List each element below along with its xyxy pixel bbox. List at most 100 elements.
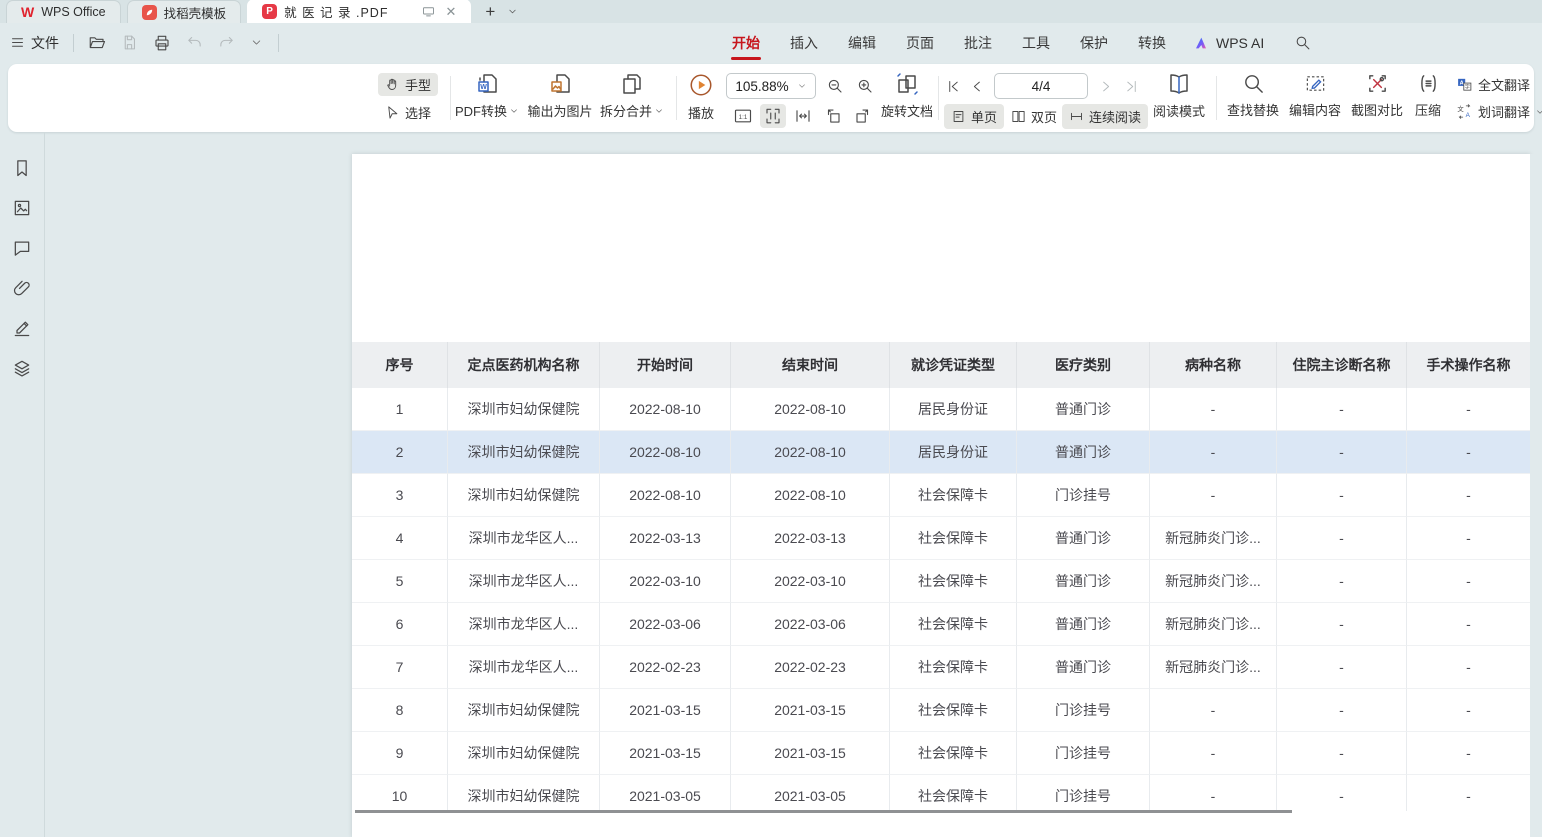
table-row[interactable]: 5深圳市龙华区人...2022-03-102022-03-10社会保障卡普通门诊…	[352, 560, 1530, 603]
first-page-button[interactable]	[942, 74, 964, 98]
menu-tab-wps-ai[interactable]: WPS AI	[1194, 35, 1264, 51]
table-cell: 深圳市妇幼保健院	[448, 775, 600, 811]
menu-tab-insert[interactable]: 插入	[788, 24, 820, 62]
zoom-level-select[interactable]: 105.88%	[726, 73, 816, 99]
screenshot-compare-button[interactable]: 截图对比	[1348, 72, 1406, 119]
menu-tab-edit[interactable]: 编辑	[846, 24, 878, 62]
hand-tool-button[interactable]: 手型	[378, 73, 438, 96]
table-cell: 10	[352, 775, 448, 811]
monitor-icon[interactable]	[421, 4, 436, 19]
find-replace-button[interactable]: 查找替换	[1224, 72, 1282, 119]
new-tab-button[interactable]: +	[485, 3, 495, 20]
zoom-out-button[interactable]	[822, 74, 848, 98]
column-header: 病种名称	[1150, 342, 1277, 388]
table-row[interactable]: 1深圳市妇幼保健院2022-08-102022-08-10居民身份证普通门诊--…	[352, 388, 1530, 431]
svg-text:1:1: 1:1	[739, 114, 748, 121]
pdf-convert-button[interactable]: W PDF转换	[452, 72, 522, 120]
close-tab-icon[interactable]: ✕	[445, 4, 456, 20]
table-row[interactable]: 7深圳市龙华区人...2022-02-232022-02-23社会保障卡普通门诊…	[352, 646, 1530, 689]
continuous-reading-button[interactable]: 连续阅读	[1062, 104, 1148, 129]
table-row[interactable]: 4深圳市龙华区人...2022-03-132022-03-13社会保障卡普通门诊…	[352, 517, 1530, 560]
quickbar-chevron-icon[interactable]	[250, 36, 263, 49]
compress-button[interactable]: 压缩	[1408, 72, 1448, 119]
table-cell: -	[1150, 732, 1277, 775]
thumbnail-icon[interactable]	[12, 198, 32, 218]
rotate-right-button[interactable]	[850, 104, 876, 128]
table-row[interactable]: 8深圳市妇幼保健院2021-03-152021-03-15社会保障卡门诊挂号--…	[352, 689, 1530, 732]
menu-tab-convert[interactable]: 转换	[1136, 24, 1168, 62]
screenshot-compare-label: 截图对比	[1351, 100, 1403, 119]
print-icon[interactable]	[153, 34, 171, 52]
table-cell: 2022-08-10	[731, 431, 890, 474]
table-row[interactable]: 2深圳市妇幼保健院2022-08-102022-08-10居民身份证普通门诊--…	[352, 431, 1530, 474]
medical-records-table: 序号定点医药机构名称开始时间结束时间就诊凭证类型医疗类别病种名称住院主诊断名称手…	[352, 342, 1530, 811]
prev-page-button[interactable]	[966, 74, 988, 98]
menu-tab-home[interactable]: 开始	[730, 24, 762, 62]
read-mode-button[interactable]: 阅读模式	[1150, 72, 1208, 120]
fit-width-button[interactable]	[790, 104, 816, 128]
full-translate-button[interactable]: A字 全文翻译	[1456, 75, 1542, 94]
horizontal-scrollbar[interactable]	[355, 810, 1292, 813]
table-row[interactable]: 9深圳市妇幼保健院2021-03-152021-03-15社会保障卡门诊挂号--…	[352, 732, 1530, 775]
tab-wps-office[interactable]: W WPS Office	[6, 0, 121, 23]
select-tool-button[interactable]: 选择	[378, 101, 438, 124]
table-cell: -	[1277, 431, 1407, 474]
open-folder-icon[interactable]	[88, 34, 106, 52]
table-cell: 2022-08-10	[600, 474, 731, 517]
table-cell: 2022-03-13	[731, 517, 890, 560]
table-cell: 门诊挂号	[1017, 732, 1150, 775]
table-cell: -	[1407, 689, 1530, 732]
page-number-input[interactable]: 4/4	[994, 73, 1088, 99]
ribbon-search-icon[interactable]	[1294, 34, 1311, 51]
table-cell: 深圳市龙华区人...	[448, 603, 600, 646]
rotate-doc-button[interactable]: 旋转文档	[878, 72, 936, 120]
save-icon[interactable]	[121, 34, 138, 51]
table-cell: 新冠肺炎门诊...	[1150, 517, 1277, 560]
tab-pdf-document[interactable]: P 就 医 记 录 .PDF ✕	[247, 0, 471, 23]
table-cell: -	[1407, 474, 1530, 517]
menu-tab-protect[interactable]: 保护	[1078, 24, 1110, 62]
attachment-icon[interactable]	[12, 278, 32, 298]
table-cell: 2	[352, 431, 448, 474]
redo-icon[interactable]	[218, 34, 235, 51]
fit-page-button[interactable]	[760, 104, 786, 128]
column-header: 医疗类别	[1017, 342, 1150, 388]
zoom-in-button[interactable]	[852, 74, 878, 98]
document-title: 就 医 记 录 .PDF	[284, 2, 388, 21]
table-cell: 2021-03-05	[600, 775, 731, 811]
table-row[interactable]: 3深圳市妇幼保健院2022-08-102022-08-10社会保障卡门诊挂号--…	[352, 474, 1530, 517]
menu-tab-comment[interactable]: 批注	[962, 24, 994, 62]
word-translate-button[interactable]: 文A 划词翻译	[1456, 102, 1542, 121]
table-cell: -	[1150, 775, 1277, 811]
table-row[interactable]: 6深圳市龙华区人...2022-03-062022-03-06社会保障卡普通门诊…	[352, 603, 1530, 646]
compress-icon	[1417, 72, 1440, 95]
layers-icon[interactable]	[12, 358, 32, 378]
rotate-left-button[interactable]	[820, 104, 846, 128]
comment-icon[interactable]	[12, 238, 32, 258]
table-cell: 2022-08-10	[731, 474, 890, 517]
menu-tab-tools[interactable]: 工具	[1020, 24, 1052, 62]
next-page-button[interactable]	[1094, 74, 1116, 98]
edit-content-button[interactable]: 编辑内容	[1286, 72, 1344, 119]
single-page-button[interactable]: 单页	[944, 104, 1004, 129]
tab-docer-templates[interactable]: 找稻壳模板	[127, 0, 242, 23]
last-page-button[interactable]	[1120, 74, 1142, 98]
menu-tab-page[interactable]: 页面	[904, 24, 936, 62]
table-row[interactable]: 10深圳市妇幼保健院2021-03-052021-03-05社会保障卡门诊挂号-…	[352, 775, 1530, 811]
actual-size-button[interactable]: 1:1	[730, 104, 756, 128]
file-menu-button[interactable]: 文件	[10, 33, 59, 53]
zoom-out-icon	[826, 77, 844, 95]
rotate-doc-icon	[895, 72, 919, 96]
export-image-button[interactable]: 输出为图片	[524, 72, 596, 120]
fit-page-icon	[764, 107, 782, 125]
bookmark-icon[interactable]	[12, 158, 32, 178]
undo-icon[interactable]	[186, 34, 203, 51]
table-cell: 2022-03-10	[600, 560, 731, 603]
tab-list-chevron-icon[interactable]	[507, 6, 518, 17]
split-merge-button[interactable]: 拆分合并	[598, 72, 666, 120]
column-header: 定点医药机构名称	[448, 342, 600, 388]
single-page-label: 单页	[971, 107, 997, 126]
table-cell: -	[1407, 732, 1530, 775]
signature-icon[interactable]	[12, 318, 32, 338]
play-button[interactable]: 播放	[680, 72, 722, 122]
